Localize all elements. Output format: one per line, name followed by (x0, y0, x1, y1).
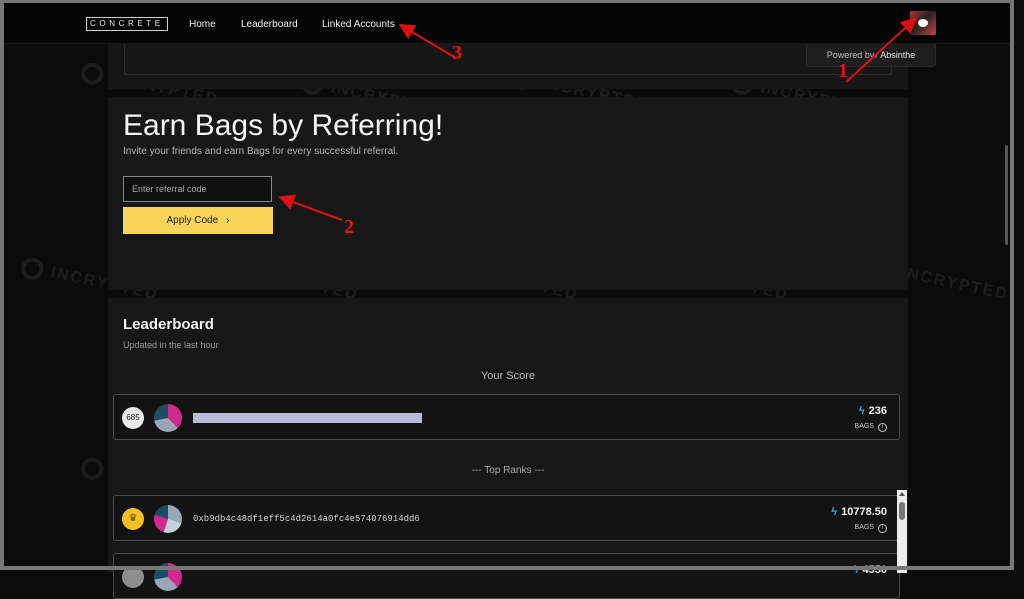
bolt-icon: ϟ (858, 405, 865, 417)
leaderboard-scrollbar[interactable] (897, 490, 907, 573)
rank-badge: 685 (122, 407, 144, 429)
redacted-address-bar (193, 413, 422, 423)
powered-by-badge[interactable]: Powered by ⁄ Absinthe (806, 43, 936, 67)
nav-home[interactable]: Home (189, 19, 216, 30)
previous-card-inner (124, 43, 892, 75)
leaderboard-row[interactable]: ♛ 0xb9db4c48df1eff5c4d2614a0fc4e57407691… (113, 495, 900, 541)
concrete-logo[interactable]: CONCRETE (86, 17, 168, 31)
annotation-1: 1 (838, 60, 848, 82)
chevron-right-icon: › (226, 215, 230, 226)
referral-subtitle: Invite your friends and earn Bags for ev… (123, 146, 399, 157)
nav-leaderboard[interactable]: Leaderboard (241, 19, 298, 30)
medal-icon (122, 566, 144, 588)
user-avatar (154, 563, 182, 591)
score-value: ϟ 10778.50 (831, 506, 887, 518)
avatar-face (918, 19, 928, 27)
info-icon[interactable]: i (878, 423, 887, 432)
scroll-up-arrow-icon[interactable] (899, 492, 905, 496)
powered-by-prefix: Powered by (826, 50, 875, 60)
info-icon[interactable]: i (878, 524, 887, 533)
leaderboard-title: Leaderboard (123, 316, 214, 333)
referral-code-input[interactable] (123, 176, 272, 202)
top-navbar: CONCRETE Home Leaderboard Linked Account… (4, 3, 1010, 44)
annotation-2: 2 (344, 216, 354, 238)
page-scrollbar-thumb[interactable] (1005, 145, 1008, 245)
user-avatar (154, 505, 182, 533)
annotation-3: 3 (452, 42, 462, 64)
scroll-thumb[interactable] (899, 502, 905, 520)
previous-card (108, 43, 908, 89)
top-ranks-label: --- Top Ranks --- (471, 465, 545, 476)
referral-card: Earn Bags by Referring! Invite your frie… (108, 97, 908, 290)
bolt-icon: ϟ (852, 564, 859, 576)
score-unit: BAGS i (855, 423, 887, 432)
profile-avatar[interactable] (910, 11, 936, 35)
powered-by-brand: Absinthe (880, 50, 916, 60)
apply-code-label: Apply Code (166, 215, 219, 226)
your-score-label: Your Score (480, 370, 536, 382)
bolt-icon: ϟ (831, 506, 838, 518)
leaderboard-card: Leaderboard Updated in the last hour You… (108, 298, 908, 599)
wallet-address: 0xb9db4c48df1eff5c4d2614a0fc4e574076914d… (193, 514, 420, 524)
referral-title: Earn Bags by Referring! (123, 109, 444, 142)
nav-linked-accounts[interactable]: Linked Accounts (322, 19, 395, 30)
apply-code-button[interactable]: Apply Code › (123, 207, 273, 234)
leaderboard-subtitle: Updated in the last hour (123, 340, 219, 350)
crown-icon: ♛ (122, 508, 144, 530)
leaderboard-row[interactable]: ϟ 4550 (113, 553, 900, 599)
score-unit: BAGS i (855, 524, 887, 533)
your-score-row[interactable]: 685 ϟ 236 BAGS i (113, 394, 900, 440)
user-avatar (154, 404, 182, 432)
score-value: ϟ 236 (858, 405, 887, 417)
score-value: ϟ 4550 (852, 564, 887, 576)
